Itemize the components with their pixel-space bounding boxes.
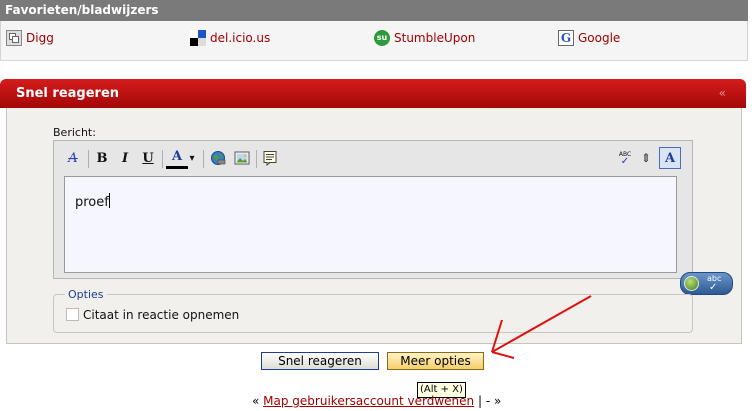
favorites-bar: Digg del.icio.us su StumbleUpon G Google: [0, 21, 748, 61]
font-color-button[interactable]: A: [166, 147, 188, 169]
fav-digg-label: Digg: [26, 31, 54, 45]
fav-digg-link[interactable]: Digg: [6, 30, 54, 46]
fav-delicious-link[interactable]: del.icio.us: [190, 30, 270, 46]
toolbar-separator: [256, 150, 257, 168]
options-legend: Opties: [65, 288, 107, 301]
bold-button[interactable]: B: [91, 147, 113, 169]
collapse-icon[interactable]: «: [719, 79, 726, 108]
stumbleupon-icon: su: [374, 30, 390, 46]
insert-image-icon[interactable]: [231, 147, 253, 169]
fav-stumbleupon-link[interactable]: su StumbleUpon: [374, 30, 475, 46]
more-options-button[interactable]: Meer opties: [387, 352, 484, 370]
thread-title-link[interactable]: Map gebruikersaccount verdwenen: [263, 394, 474, 408]
insert-quote-icon[interactable]: [259, 147, 281, 169]
editor-toolbar: A B I U A ▾ ABC ✓ ⇕ A: [60, 147, 688, 171]
italic-button[interactable]: I: [114, 147, 136, 169]
fav-delicious-label: del.icio.us: [210, 31, 271, 45]
toolbar-separator: [88, 150, 89, 168]
insert-link-icon[interactable]: [207, 147, 229, 169]
fav-google-label: Google: [578, 31, 621, 45]
underline-button[interactable]: U: [137, 147, 159, 169]
message-label: Bericht:: [53, 126, 96, 139]
switch-editor-mode-icon[interactable]: A: [659, 147, 681, 169]
message-textarea[interactable]: proef: [64, 176, 677, 273]
globe-icon: [684, 276, 699, 291]
delicious-icon: [190, 30, 206, 46]
quote-checkbox-label[interactable]: Citaat in reactie opnemen: [83, 308, 239, 322]
google-icon: G: [558, 30, 574, 46]
digg-icon: [6, 30, 22, 46]
red-arrow-annotation: [491, 295, 592, 359]
quick-reply-header: Snel reageren «: [0, 79, 746, 108]
check-icon: ✓: [709, 282, 718, 293]
font-color-dropdown-icon[interactable]: ▾: [186, 147, 198, 169]
resize-editor-icon[interactable]: ⇕: [638, 147, 654, 169]
message-text: proef: [75, 195, 109, 210]
text-caret: [108, 193, 110, 208]
thread-navigation: « Map gebruikersaccount verdwenen | - »: [252, 394, 501, 408]
toolbar-separator: [203, 150, 204, 168]
quick-reply-button[interactable]: Snel reageren: [261, 352, 379, 370]
next-thread-link[interactable]: »: [494, 394, 501, 408]
prev-thread-link[interactable]: «: [252, 394, 259, 408]
fav-google-link[interactable]: G Google: [558, 30, 620, 46]
remove-format-icon[interactable]: A: [62, 147, 84, 169]
spellcheck-badge-icon[interactable]: abc ✓: [680, 272, 733, 295]
fav-stumbleupon-label: StumbleUpon: [394, 31, 476, 45]
spellcheck-icon[interactable]: ABC ✓: [614, 147, 636, 169]
quick-reply-title: Snel reageren: [16, 86, 120, 101]
nav-separator: | -: [477, 394, 491, 408]
favorites-header: Favorieten/bladwijzers: [0, 0, 748, 21]
quote-checkbox[interactable]: [66, 308, 79, 321]
toolbar-separator: [162, 150, 163, 168]
